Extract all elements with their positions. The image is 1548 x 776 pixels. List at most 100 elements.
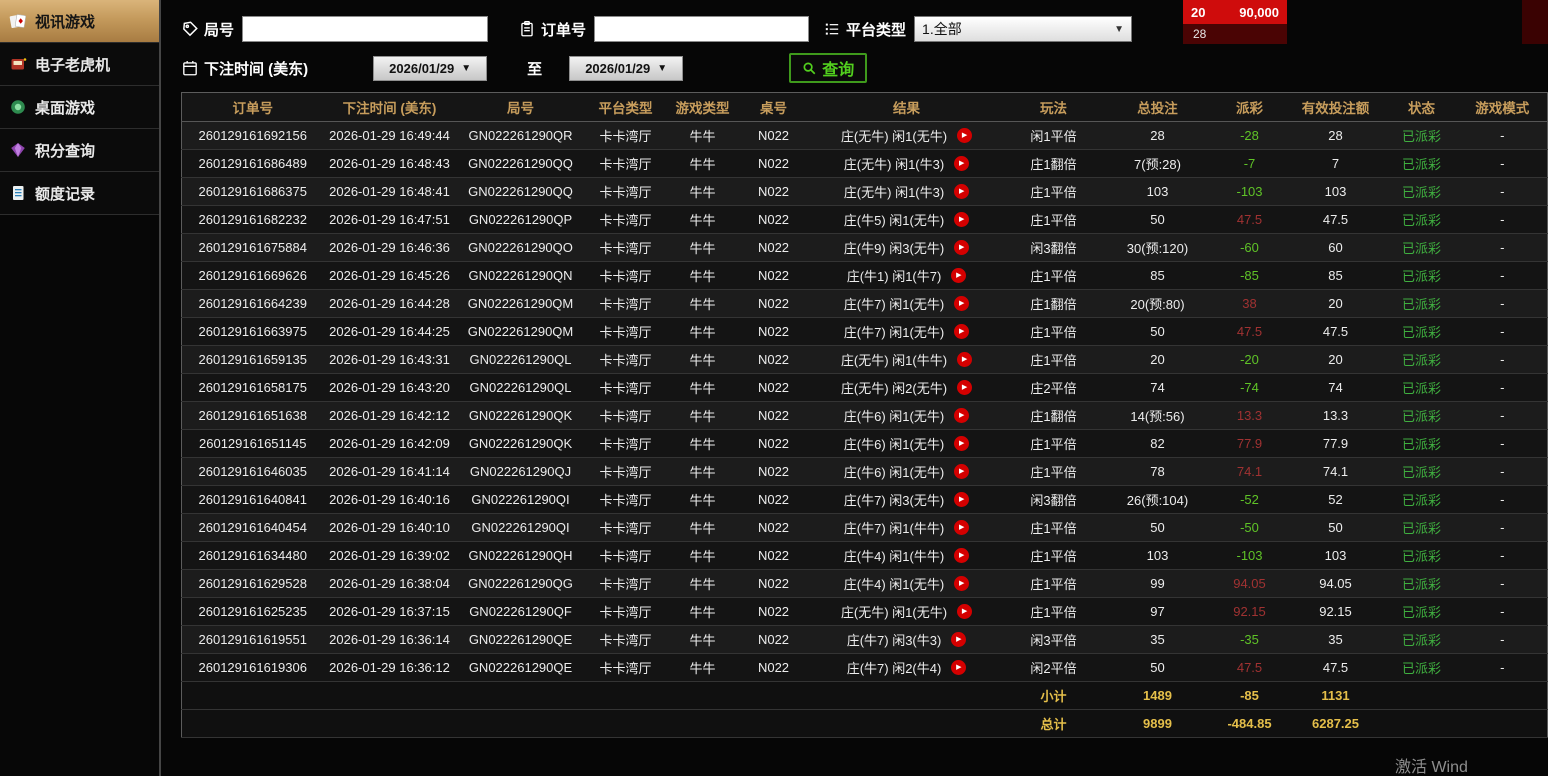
table-body: 260129161692156 2026-01-29 16:49:44 GN0222… [181,121,1548,682]
play-video-icon[interactable]: ▶ [954,184,970,199]
platform-type-select[interactable]: 1.全部 ▼ [914,16,1133,42]
cell-time: 2026-01-29 16:44:25 [323,317,456,346]
cell-time: 2026-01-29 16:44:28 [323,289,456,318]
cell-time: 2026-01-29 16:37:15 [323,597,456,626]
chevron-down-icon: ▼ [461,62,472,74]
calendar-icon [183,61,197,76]
result-text: 庄(牛4) 闲1(牛牛) [843,549,945,564]
round-no-input[interactable] [242,16,489,42]
cell-status: 已派彩 [1385,569,1458,598]
cell-platform: 卡卡湾厅 [585,541,666,570]
play-video-icon[interactable]: ▶ [954,296,970,311]
chevron-down-icon: ▼ [1114,23,1125,35]
result-text: 庄(牛7) 闲3(牛3) [846,633,942,648]
cell-time: 2026-01-29 16:39:02 [323,541,456,570]
result-text: 庄(无牛) 闲1(无牛) [840,129,948,144]
cell-table-no: N022 [739,261,808,290]
cell-time: 2026-01-29 16:49:44 [323,121,456,150]
table-row: 260129161658175 2026-01-29 16:43:20 GN0222… [181,373,1548,402]
col-header-platform: 平台类型 [585,92,666,122]
col-header-play: 玩法 [1005,92,1102,122]
search-button[interactable]: 查询 [789,53,868,83]
bet-time-label: 下注时间 (美东) [204,60,309,78]
sidebar-item-points-query[interactable]: 积分查询 [0,129,159,172]
cell-mode: - [1457,541,1548,570]
play-video-icon[interactable]: ▶ [954,324,970,339]
cell-platform: 卡卡湾厅 [585,205,666,234]
cell-status: 已派彩 [1385,149,1458,178]
table-row: 260129161640841 2026-01-29 16:40:16 GN0222… [181,485,1548,514]
play-video-icon[interactable]: ▶ [951,632,967,647]
platform-type-selected: 1.全部 [922,21,962,37]
cell-total-bet: 28 [1101,121,1214,150]
cell-mode: - [1457,345,1548,374]
cell-status: 已派彩 [1385,317,1458,346]
play-video-icon[interactable]: ▶ [954,436,970,451]
play-video-icon[interactable]: ▶ [954,464,970,479]
sidebar-item-credit-records[interactable]: 额度记录 [0,172,159,215]
cell-table-no: N022 [739,429,808,458]
sidebar-item-slots[interactable]: 电子老虎机 [0,43,159,86]
cell-platform: 卡卡湾厅 [585,457,666,486]
cell-order-id: 260129161692156 [181,121,324,150]
play-video-icon[interactable]: ▶ [957,128,973,143]
cell-payout: 47.5 [1213,317,1286,346]
cell-mode: - [1457,233,1548,262]
date-to-picker[interactable]: 2026/01/29 ▼ [569,55,684,81]
play-video-icon[interactable]: ▶ [954,240,970,255]
play-video-icon[interactable]: ▶ [951,268,967,283]
table-header: 订单号 下注时间 (美东) 局号 平台类型 游戏类型 桌号 结果 玩法 总投注 … [181,92,1548,122]
cell-time: 2026-01-29 16:36:14 [323,625,456,654]
cell-platform: 卡卡湾厅 [585,177,666,206]
play-video-icon[interactable]: ▶ [954,408,970,423]
order-no-input[interactable] [594,16,810,42]
play-video-icon[interactable]: ▶ [954,520,970,535]
play-video-icon[interactable]: ▶ [951,660,967,675]
table-row: 260129161640454 2026-01-29 16:40:10 GN0222… [181,513,1548,542]
cell-mode: - [1457,261,1548,290]
play-video-icon[interactable]: ▶ [957,352,973,367]
cell-total-bet: 99 [1101,569,1214,598]
cell-play-method: 庄1平倍 [1005,597,1102,626]
cell-game-type: 牛牛 [665,149,740,178]
play-video-icon[interactable]: ▶ [957,604,973,619]
sidebar-item-label: 积分查询 [35,142,96,160]
cell-game-type: 牛牛 [665,653,740,682]
date-from-picker[interactable]: 2026/01/29 ▼ [373,55,488,81]
play-video-icon[interactable]: ▶ [954,576,970,591]
sidebar-item-table-games[interactable]: 桌面游戏 [0,86,159,129]
cell-status: 已派彩 [1385,653,1458,682]
cell-mode: - [1457,317,1548,346]
play-video-icon[interactable]: ▶ [954,156,970,171]
cell-play-method: 闲2平倍 [1005,653,1102,682]
cell-status: 已派彩 [1385,513,1458,542]
cell-table-no: N022 [739,233,808,262]
cell-status: 已派彩 [1385,485,1458,514]
cell-valid-bet: 20 [1285,345,1386,374]
slot-machine-icon [11,58,27,70]
sidebar-item-video-games[interactable]: 视讯游戏 [0,0,159,43]
play-video-icon[interactable]: ▶ [954,492,970,507]
table-row: 260129161646035 2026-01-29 16:41:14 GN0222… [181,457,1548,486]
filter-row-2: 下注时间 (美东) 2026/01/29 ▼ 至 2026/01/29 ▼ 查询 [181,53,1548,83]
sidebar-item-label: 视讯游戏 [35,13,96,31]
list-icon [825,23,839,35]
cell-total-bet: 50 [1101,653,1214,682]
cell-play-method: 庄1平倍 [1005,317,1102,346]
cell-time: 2026-01-29 16:36:12 [323,653,456,682]
play-video-icon[interactable]: ▶ [954,212,970,227]
cell-result: 庄(牛6) 闲1(无牛) ▶ [807,457,1006,486]
cell-total-bet: 20 [1101,345,1214,374]
play-video-icon[interactable]: ▶ [957,380,973,395]
to-label: 至 [527,60,543,78]
cell-game-type: 牛牛 [665,121,740,150]
cell-payout: -74 [1213,373,1286,402]
bet-time-label-group: 下注时间 (美东) [181,58,308,79]
cell-status: 已派彩 [1385,205,1458,234]
points-diamond-icon [11,143,25,157]
cell-play-method: 庄1翻倍 [1005,289,1102,318]
cell-round-id: GN022261290QF [455,597,586,626]
cell-mode: - [1457,373,1548,402]
play-video-icon[interactable]: ▶ [954,548,970,563]
cell-result: 庄(无牛) 闲1(牛牛) ▶ [807,345,1006,374]
